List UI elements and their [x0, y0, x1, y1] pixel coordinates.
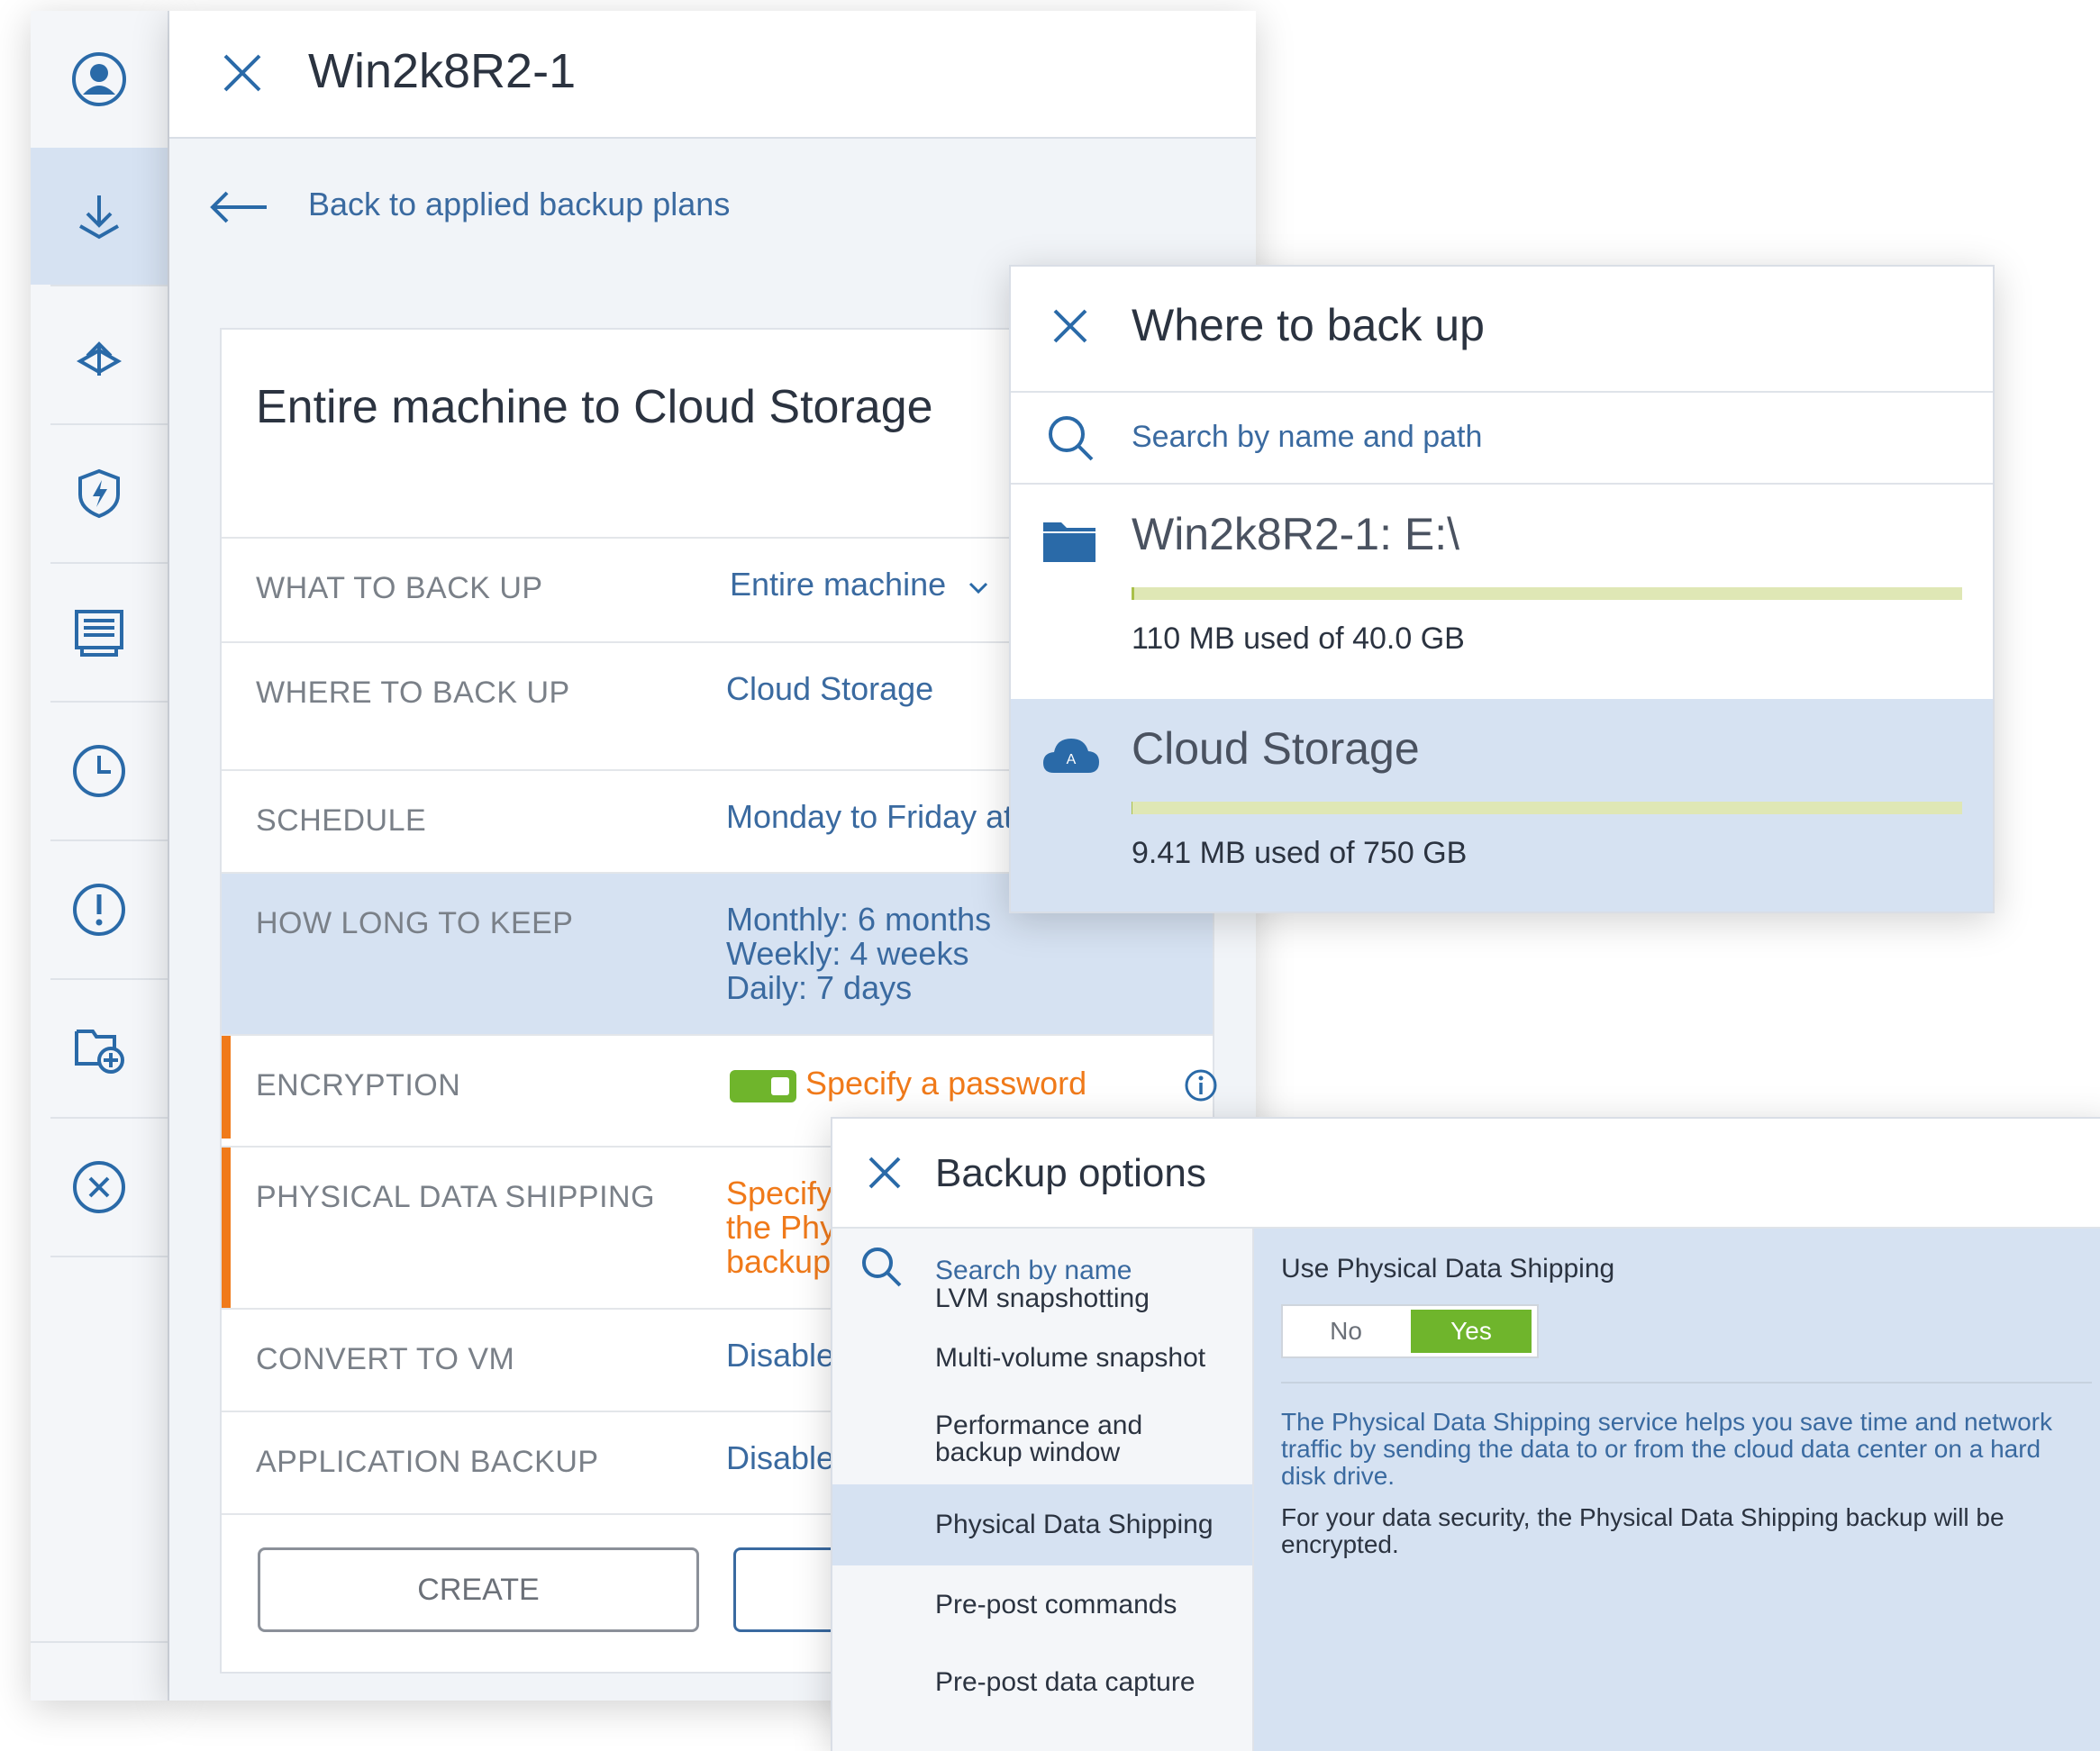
option-label: Performance and backup window [935, 1411, 1143, 1467]
row-label: SCHEDULE [256, 803, 427, 838]
add-device-icon[interactable] [31, 980, 168, 1117]
plan-title: Entire machine to Cloud Storage [256, 381, 933, 433]
option-item[interactable]: Pre-post commands [832, 1567, 1252, 1643]
row-value[interactable]: Specify the Phy backup [726, 1176, 836, 1279]
divider [1281, 1382, 2092, 1384]
specify-password-link[interactable]: Specify a password [805, 1066, 1086, 1101]
usage-text: 110 MB used of 40.0 GB [1132, 621, 1465, 656]
option-item[interactable]: Multi-volume snapshot [832, 1322, 1252, 1394]
row-label: APPLICATION BACKUP [256, 1445, 599, 1479]
machine-header: Win2k8R2-1 [169, 11, 1256, 139]
row-value[interactable]: Monday to Friday at [726, 800, 1013, 834]
row-label: PHYSICAL DATA SHIPPING [256, 1180, 656, 1214]
options-title: Backup options [935, 1151, 1206, 1195]
cloud-badge: A [1067, 752, 1077, 767]
pds-toggle[interactable]: No Yes [1281, 1304, 1539, 1358]
options-list: Search by name LVM snapshotting Multi-vo… [832, 1229, 1254, 1751]
encryption-toggle[interactable] [730, 1070, 796, 1102]
search-placeholder: Search by name and path [1132, 420, 1483, 454]
search-icon [1049, 416, 1094, 461]
options-header: Backup options [832, 1119, 2100, 1229]
row-label: ENCRYPTION [256, 1068, 461, 1102]
protection-shield-icon[interactable] [31, 425, 168, 562]
cloud-icon: A [1043, 739, 1099, 773]
account-icon[interactable] [31, 11, 168, 148]
row-label: WHAT TO BACK UP [256, 571, 543, 605]
where-panel-title: Where to back up [1132, 300, 1485, 350]
warning-indicator [222, 1036, 231, 1139]
location-item-selected[interactable]: A Cloud Storage 9.41 MB used of 750 GB [1011, 699, 1993, 912]
usage-bar [1132, 802, 1962, 814]
back-to-plans-link[interactable]: Back to applied backup plans [308, 186, 730, 223]
row-label: HOW LONG TO KEEP [256, 906, 574, 940]
toggle-yes[interactable]: Yes [1411, 1310, 1532, 1353]
backup-options-panel: Backup options Search by name LVM snapsh… [831, 1117, 2100, 1751]
backup-download-icon[interactable] [31, 148, 168, 285]
option-label: Multi-volume snapshot [935, 1343, 1206, 1373]
pds-security-note: For your data security, the Physical Dat… [1281, 1503, 2005, 1558]
reports-icon[interactable] [31, 564, 168, 701]
row-value[interactable]: Disable [726, 1441, 834, 1475]
close-icon[interactable] [867, 1155, 903, 1191]
machine-title: Win2k8R2-1 [308, 44, 577, 98]
location-name: Cloud Storage [1132, 723, 1420, 774]
option-detail: Use Physical Data Shipping No Yes The Ph… [1254, 1229, 2100, 1751]
left-sidebar [31, 11, 169, 1701]
retention-weekly: Weekly: 4 weeks [726, 935, 969, 972]
pds-label: Use Physical Data Shipping [1281, 1254, 1615, 1284]
row-value[interactable]: Disable [726, 1338, 834, 1373]
toggle-no[interactable]: No [1283, 1306, 1409, 1356]
value-line: backup [726, 1243, 832, 1280]
option-item-selected[interactable]: Physical Data Shipping [832, 1484, 1252, 1565]
retention-daily: Daily: 7 days [726, 969, 913, 1006]
row-label: CONVERT TO VM [256, 1342, 515, 1376]
option-item[interactable]: Pre-post data capture [832, 1647, 1252, 1719]
row-value: Entire machine [730, 566, 947, 603]
close-icon[interactable] [220, 50, 265, 95]
back-row[interactable]: Back to applied backup plans [169, 139, 1256, 276]
option-item[interactable]: Performance and backup window [832, 1396, 1252, 1483]
location-item[interactable]: Win2k8R2-1: E:\ 110 MB used of 40.0 GB [1011, 485, 1993, 697]
warning-indicator [222, 1148, 231, 1308]
close-icon[interactable] [1050, 306, 1090, 346]
recovery-icon[interactable] [31, 286, 168, 423]
info-icon[interactable] [1184, 1068, 1218, 1102]
usage-bar [1132, 587, 1962, 600]
history-clock-icon[interactable] [31, 703, 168, 839]
alerts-icon[interactable] [31, 841, 168, 978]
row-value[interactable]: Cloud Storage [726, 672, 933, 706]
value-line: Specify [726, 1175, 833, 1211]
create-button[interactable]: CREATE [258, 1547, 699, 1632]
arrow-left-icon[interactable] [209, 189, 268, 225]
row-label: WHERE TO BACK UP [256, 676, 570, 710]
option-label: LVM snapshotting [935, 1284, 1150, 1313]
chevron-down-icon [969, 582, 988, 594]
pds-description: The Physical Data Shipping service helps… [1281, 1408, 2052, 1490]
option-label: Pre-post data capture [935, 1667, 1195, 1697]
retention-monthly: Monthly: 6 months [726, 901, 992, 938]
location-search-input[interactable]: Search by name and path [1011, 391, 1993, 485]
option-item[interactable]: LVM snapshotting [832, 1281, 1252, 1317]
where-to-back-up-panel: Where to back up Search by name and path… [1009, 265, 1995, 913]
value-line: the Phy [726, 1209, 837, 1246]
folder-icon [1043, 522, 1095, 562]
what-to-back-up-select[interactable]: Entire machine [730, 567, 989, 602]
usage-text: 9.41 MB used of 750 GB [1132, 836, 1468, 870]
row-value[interactable]: Monthly: 6 months Weekly: 4 weeks Daily:… [726, 903, 991, 1005]
location-name: Win2k8R2-1: E:\ [1132, 509, 1460, 559]
option-label: Pre-post commands [935, 1590, 1177, 1619]
cancel-icon[interactable] [31, 1119, 168, 1256]
option-label: Physical Data Shipping [935, 1510, 1214, 1539]
